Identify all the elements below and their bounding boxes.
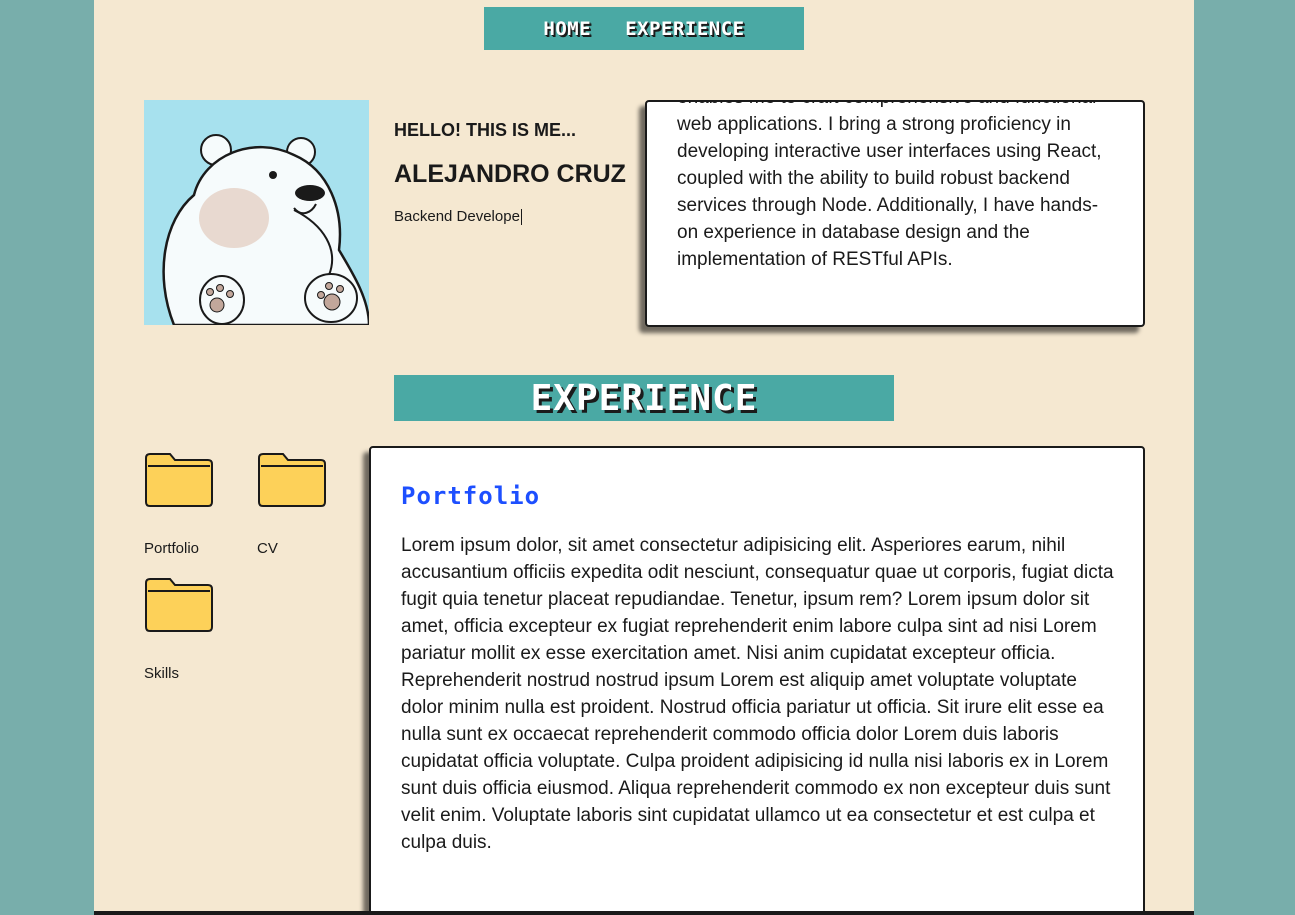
folder-cv[interactable]: CV — [257, 452, 347, 557]
nav-home-link[interactable]: HOME — [543, 18, 591, 40]
role-typed-text: Backend Develope — [394, 208, 520, 225]
folder-skills[interactable]: Skills — [144, 577, 234, 682]
experience-card: Portfolio Lorem ipsum dolor, sit amet co… — [369, 446, 1145, 915]
experience-heading-text: EXPERIENCE — [530, 377, 758, 419]
card-title: Portfolio — [401, 482, 541, 510]
typing-cursor — [520, 209, 522, 226]
folder-label-skills: Skills — [144, 665, 180, 682]
profile-name: ALEJANDRO CRUZ — [394, 160, 626, 188]
about-card: enables me to craft comprehensive and fu… — [645, 100, 1145, 327]
greeting-text: HELLO! THIS IS ME... — [394, 120, 577, 140]
folder-label-portfolio: Portfolio — [144, 540, 200, 557]
profile-role: Backend Develope — [394, 208, 522, 226]
avatar — [144, 100, 369, 325]
card-body: Lorem ipsum dolor, sit amet consectetur … — [401, 535, 1114, 853]
folder-icon — [145, 578, 213, 632]
folder-icon — [258, 453, 326, 507]
folder-label-cv: CV — [257, 540, 278, 557]
experience-heading: EXPERIENCE — [394, 375, 894, 421]
about-text: enables me to craft comprehensive and fu… — [677, 102, 1102, 270]
nav-experience-link[interactable]: EXPERIENCE — [625, 18, 744, 40]
polar-bear-avatar-image — [162, 134, 369, 325]
folder-portfolio[interactable]: Portfolio — [144, 452, 234, 557]
page-container: HOME EXPERIENCE HELLO! THIS IS ME... ALE… — [94, 0, 1194, 915]
bottom-border — [94, 911, 1194, 915]
folder-icon — [145, 453, 213, 507]
top-nav: HOME EXPERIENCE — [484, 7, 804, 50]
